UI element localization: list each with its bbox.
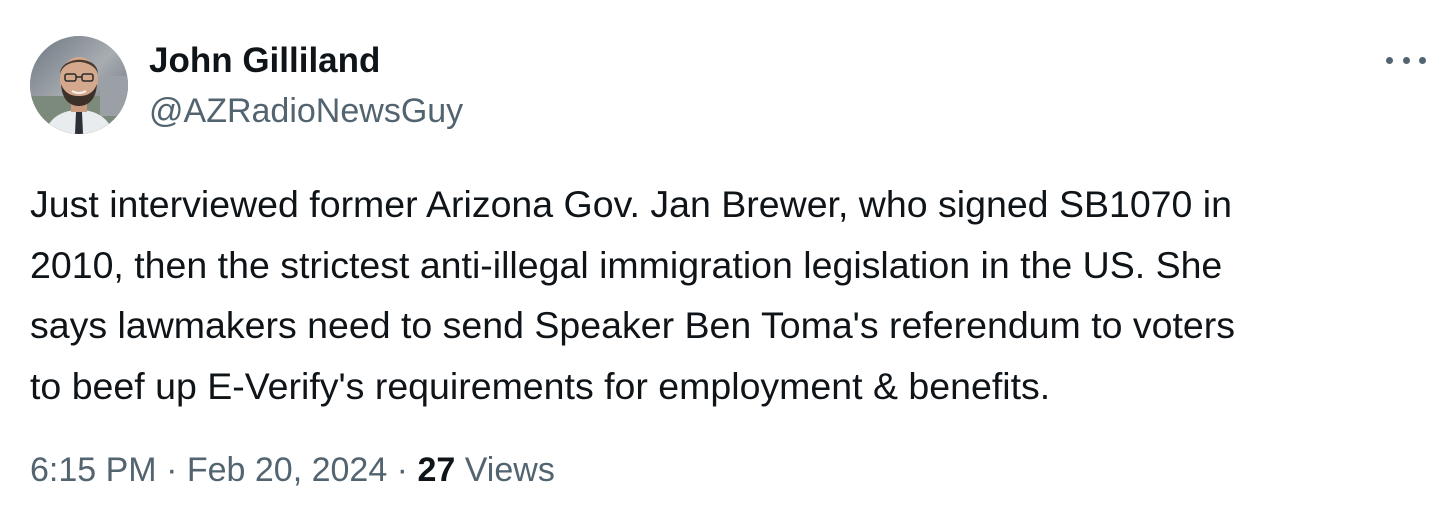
author-name[interactable]: John Gilliland	[149, 40, 380, 82]
views-count: 27	[417, 451, 456, 489]
more-horizontal-icon	[1386, 56, 1393, 64]
more-options-button[interactable]	[1386, 48, 1426, 72]
tweet-date[interactable]: Feb 20, 2024	[187, 451, 387, 489]
tweet-card: John Gilliland @AZRadioNewsGuy Just inte…	[0, 0, 1456, 528]
tweet-text: Just interviewed former Arizona Gov. Jan…	[30, 183, 1235, 407]
meta-separator: ·	[156, 451, 187, 489]
meta-separator: ·	[387, 451, 418, 489]
more-horizontal-icon	[1419, 56, 1426, 64]
avatar[interactable]	[30, 36, 128, 134]
avatar-photo	[30, 36, 128, 134]
tweet-meta: 6:15 PM · Feb 20, 2024 · 27 Views	[30, 448, 555, 492]
author-handle[interactable]: @AZRadioNewsGuy	[149, 90, 463, 132]
tweet-time[interactable]: 6:15 PM	[30, 451, 157, 489]
more-horizontal-icon	[1402, 56, 1410, 64]
views-label: Views	[464, 451, 555, 489]
